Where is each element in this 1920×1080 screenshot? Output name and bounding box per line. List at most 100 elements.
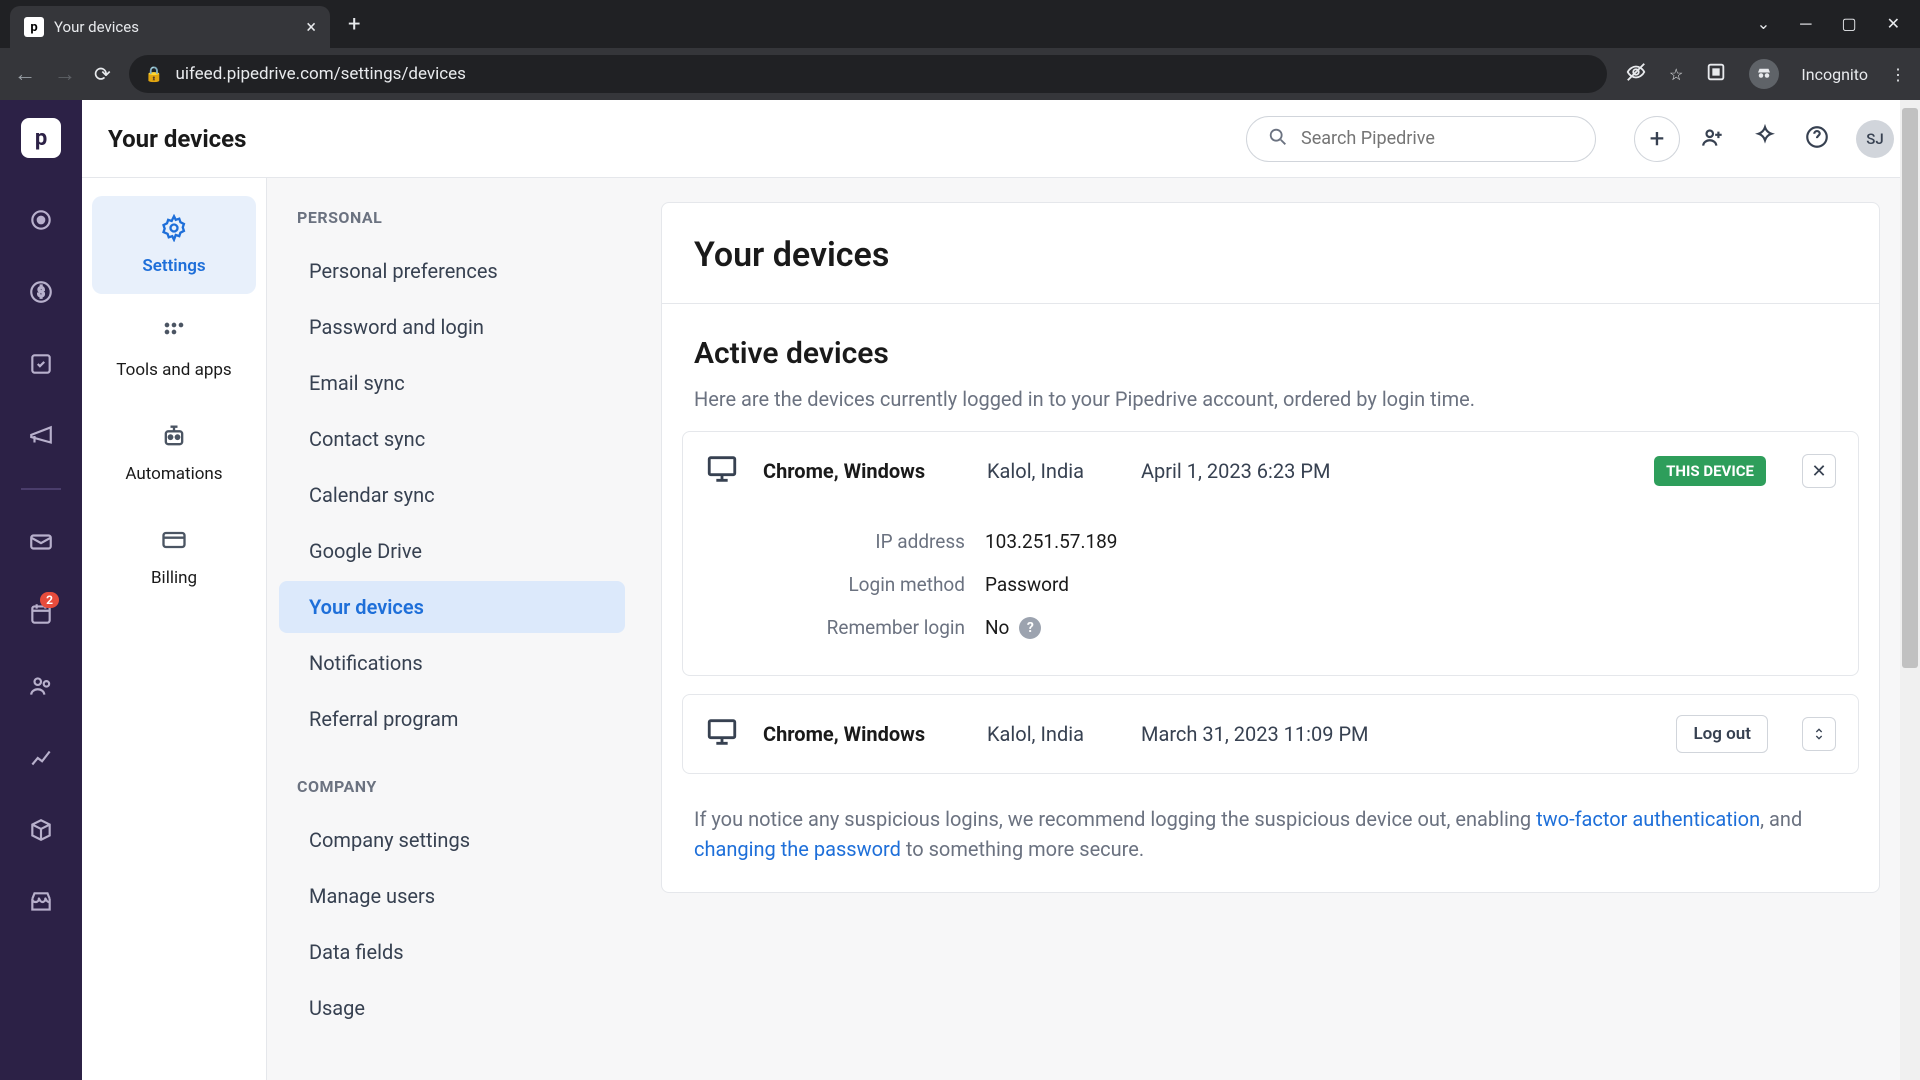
- menu-referral[interactable]: Referral program: [279, 693, 625, 745]
- browser-menu-icon[interactable]: ⋮: [1890, 65, 1906, 84]
- browser-tab[interactable]: p Your devices ×: [10, 6, 330, 48]
- user-avatar[interactable]: SJ: [1856, 120, 1894, 158]
- active-devices-heading: Active devices: [662, 304, 1879, 379]
- section-heading-personal: PERSONAL: [267, 208, 637, 245]
- app-root: p $ 2 Your devices +: [0, 100, 1920, 1080]
- tab-automations[interactable]: Automations: [92, 404, 256, 502]
- menu-usage[interactable]: Usage: [279, 982, 625, 1034]
- menu-password-login[interactable]: Password and login: [279, 301, 625, 353]
- incognito-label: Incognito: [1801, 65, 1868, 84]
- rail-divider: [21, 488, 61, 490]
- lock-icon: 🔒: [145, 65, 164, 83]
- tab-settings[interactable]: Settings: [92, 196, 256, 294]
- incognito-avatar-icon[interactable]: [1749, 59, 1779, 89]
- menu-email-sync[interactable]: Email sync: [279, 357, 625, 409]
- tab-billing[interactable]: Billing: [92, 508, 256, 606]
- close-tab-icon[interactable]: ×: [306, 17, 316, 38]
- device-row: Chrome, Windows Kalol, India March 31, 2…: [683, 695, 1858, 773]
- menu-data-fields[interactable]: Data fields: [279, 926, 625, 978]
- forward-icon[interactable]: →: [54, 61, 76, 87]
- search-box[interactable]: [1246, 116, 1596, 162]
- rail-leads-icon[interactable]: [21, 200, 61, 240]
- detail-value: No ?: [985, 616, 1041, 639]
- rail-mail-icon[interactable]: [21, 522, 61, 562]
- svg-text:$: $: [37, 285, 44, 300]
- robot-icon: [160, 422, 188, 456]
- grid-icon: [160, 318, 188, 352]
- tab-bar: p Your devices × + ⌄ ─ ▢ ✕: [0, 0, 1920, 48]
- remember-value: No: [985, 616, 1009, 639]
- detail-value: 103.251.57.189: [985, 530, 1118, 553]
- rail-contacts-icon[interactable]: [21, 666, 61, 706]
- logout-button[interactable]: Log out: [1676, 715, 1768, 753]
- minimize-icon[interactable]: ─: [1800, 14, 1811, 34]
- link-change-password[interactable]: changing the password: [694, 837, 901, 861]
- device-entry: Chrome, Windows Kalol, India April 1, 20…: [682, 431, 1859, 676]
- assistant-icon[interactable]: [1752, 124, 1778, 154]
- devices-card: Your devices Active devices Here are the…: [661, 202, 1880, 893]
- rail-projects-icon[interactable]: [21, 344, 61, 384]
- monitor-icon: [705, 452, 739, 490]
- notice-text: If you notice any suspicious logins, we …: [694, 807, 1536, 831]
- help-tooltip-icon[interactable]: ?: [1019, 617, 1041, 639]
- extensions-icon[interactable]: [1705, 61, 1727, 87]
- detail-row-login-method: Login method Password: [705, 563, 1836, 606]
- rail-products-icon[interactable]: [21, 810, 61, 850]
- device-time: March 31, 2023 11:09 PM: [1141, 722, 1652, 746]
- rail-marketplace-icon[interactable]: [21, 882, 61, 922]
- browser-chrome: p Your devices × + ⌄ ─ ▢ ✕ ← → ⟳ 🔒 uifee…: [0, 0, 1920, 100]
- detail-row-ip: IP address 103.251.57.189: [705, 520, 1836, 563]
- quick-add-button[interactable]: +: [1634, 116, 1680, 162]
- rail-insights-icon[interactable]: [21, 738, 61, 778]
- menu-manage-users[interactable]: Manage users: [279, 870, 625, 922]
- menu-company-settings[interactable]: Company settings: [279, 814, 625, 866]
- rail-activities-icon[interactable]: 2: [21, 594, 61, 634]
- address-bar[interactable]: 🔒 uifeed.pipedrive.com/settings/devices: [129, 55, 1607, 93]
- tab-tools-apps[interactable]: Tools and apps: [92, 300, 256, 398]
- device-time: April 1, 2023 6:23 PM: [1141, 459, 1630, 483]
- help-icon[interactable]: [1804, 124, 1830, 154]
- card-title: Your devices: [662, 203, 1879, 304]
- maximize-icon[interactable]: ▢: [1841, 14, 1856, 34]
- page-title: Your devices: [108, 125, 246, 153]
- search-input[interactable]: [1301, 128, 1575, 149]
- bookmark-icon[interactable]: ☆: [1669, 65, 1683, 84]
- active-devices-desc: Here are the devices currently logged in…: [662, 379, 1879, 431]
- detail-label: Login method: [705, 573, 985, 596]
- menu-notifications[interactable]: Notifications: [279, 637, 625, 689]
- rail-campaigns-icon[interactable]: [21, 416, 61, 456]
- url-bar: ← → ⟳ 🔒 uifeed.pipedrive.com/settings/de…: [0, 48, 1920, 100]
- tracking-icon[interactable]: [1625, 61, 1647, 87]
- menu-contact-sync[interactable]: Contact sync: [279, 413, 625, 465]
- new-tab-button[interactable]: +: [348, 12, 360, 37]
- expand-device-button[interactable]: [1802, 717, 1836, 751]
- section-heading-company: COMPANY: [267, 777, 637, 814]
- device-entry: Chrome, Windows Kalol, India March 31, 2…: [682, 694, 1859, 774]
- detail-label: Remember login: [705, 616, 985, 639]
- left-rail: p $ 2: [0, 100, 82, 1080]
- tab-label: Automations: [125, 464, 222, 484]
- collapse-device-button[interactable]: ✕: [1802, 454, 1836, 488]
- this-device-badge: THIS DEVICE: [1654, 456, 1766, 486]
- back-icon[interactable]: ←: [14, 61, 36, 87]
- menu-google-drive[interactable]: Google Drive: [279, 525, 625, 577]
- scrollbar-thumb[interactable]: [1902, 108, 1918, 668]
- close-window-icon[interactable]: ✕: [1887, 14, 1900, 34]
- invite-users-icon[interactable]: [1700, 124, 1726, 154]
- reload-icon[interactable]: ⟳: [94, 62, 111, 86]
- menu-personal-preferences[interactable]: Personal preferences: [279, 245, 625, 297]
- main-wrap: Your devices + SJ Settings: [82, 100, 1920, 1080]
- rail-badge: 2: [40, 592, 59, 608]
- tab-title: Your devices: [54, 18, 296, 36]
- gear-icon: [160, 214, 188, 248]
- tabs-dropdown-icon[interactable]: ⌄: [1757, 14, 1770, 34]
- menu-your-devices[interactable]: Your devices: [279, 581, 625, 633]
- device-row: Chrome, Windows Kalol, India April 1, 20…: [683, 432, 1858, 510]
- rail-deals-icon[interactable]: $: [21, 272, 61, 312]
- app-logo[interactable]: p: [21, 118, 61, 158]
- top-header: Your devices + SJ: [82, 100, 1920, 178]
- link-two-factor[interactable]: two-factor authentication: [1536, 807, 1760, 831]
- settings-tabs-column: Settings Tools and apps Automations Bill…: [82, 178, 267, 1080]
- menu-calendar-sync[interactable]: Calendar sync: [279, 469, 625, 521]
- device-details: IP address 103.251.57.189 Login method P…: [683, 510, 1858, 675]
